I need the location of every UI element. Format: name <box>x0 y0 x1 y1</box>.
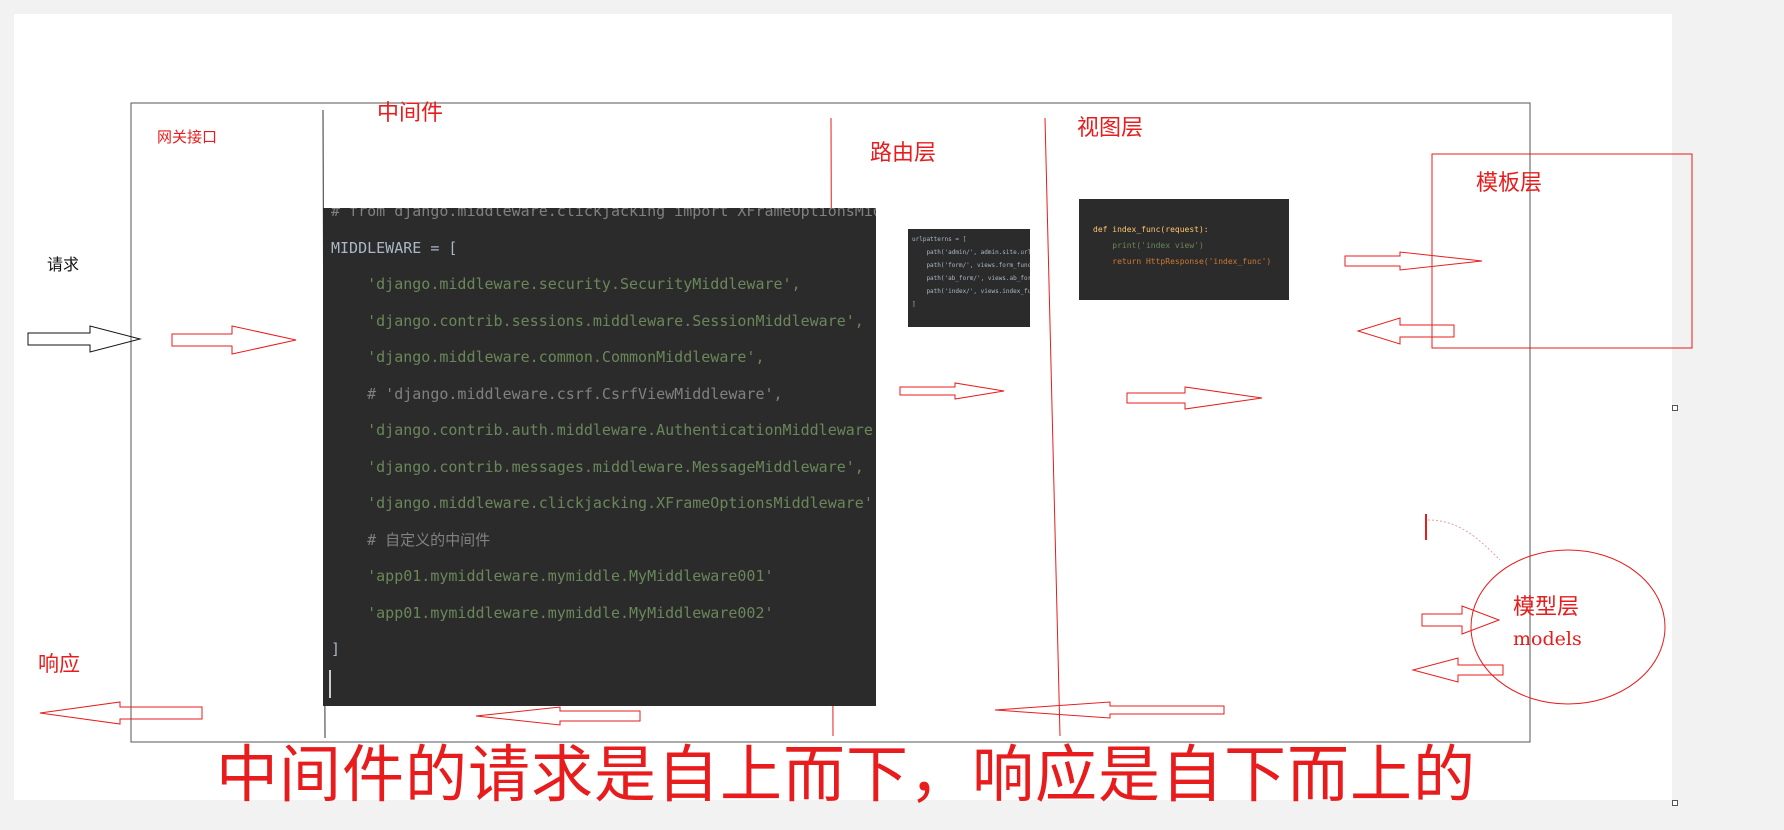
arrow-routing-to-view <box>1126 386 1263 410</box>
middleware-code-line: 'django.contrib.messages.middleware.Mess… <box>331 457 864 476</box>
current-line-highlight <box>323 666 876 706</box>
arrow-view-to-template <box>1344 251 1483 271</box>
url-code-line: path('ab_form/', views.ab_form_func), <box>926 275 1030 282</box>
middleware-code-line: 'django.contrib.sessions.middleware.Sess… <box>331 311 864 330</box>
arrow-model-back <box>1411 657 1504 683</box>
url-code-line: urlpatterns = [ <box>912 236 967 243</box>
models-label: models <box>1513 628 1582 650</box>
url-code-line: path('index/', views.index_func) <box>912 288 1030 295</box>
request-arrow <box>27 325 142 353</box>
arrow-view-back <box>994 701 1225 719</box>
url-code-line: path('form/', views.form_func), <box>912 262 1030 269</box>
url-code-line: path('admin/', admin.site.urls), <box>912 249 1030 256</box>
flow-arrows <box>27 102 1693 743</box>
middleware-label: 中间件 <box>377 101 444 126</box>
arrow-response-back <box>39 701 203 725</box>
middleware-code-line: 'django.middleware.clickjacking.XFrameOp… <box>331 494 876 512</box>
resize-handle-bottom[interactable] <box>1672 800 1678 806</box>
middleware-code-line: 'django.contrib.auth.middleware.Authenti… <box>331 421 876 439</box>
arrow-to-model <box>1421 605 1501 635</box>
middleware-code-line: MIDDLEWARE = [ <box>331 238 458 257</box>
model-label: 模型层 <box>1513 595 1580 620</box>
middleware-code-line: 'django.middleware.security.SecurityMidd… <box>331 275 801 293</box>
view-code-line: print('index view') <box>1093 241 1204 250</box>
request-label: 请求 <box>47 255 80 274</box>
divider-view <box>1044 117 1061 737</box>
resize-handle-mid[interactable] <box>1672 405 1678 411</box>
routing-label: 路由层 <box>870 141 937 166</box>
middleware-code-line: 'django.middleware.common.CommonMiddlewa… <box>331 348 765 366</box>
arrow-gateway-to-middleware <box>171 325 297 355</box>
url-code-panel: urlpatterns = [ path('admin/', admin.sit… <box>908 229 1030 327</box>
middleware-code-line: # 'django.middleware.csrf.CsrfViewMiddle… <box>331 384 783 403</box>
template-label: 模板层 <box>1476 171 1543 196</box>
view-code-line: return HttpResponse('index_func') <box>1093 257 1272 266</box>
gateway-label: 网关接口 <box>157 128 218 146</box>
arrow-middleware-to-routing <box>899 382 1005 400</box>
arrow-template-back <box>1356 317 1455 345</box>
template-box <box>1431 153 1693 349</box>
connector-line <box>1427 519 1501 561</box>
view-code-line: def index_func(request): <box>1093 225 1209 234</box>
middleware-code-line: 'app01.mymiddleware.mymiddle.MyMiddlewar… <box>331 603 774 622</box>
middleware-code-line: # 自定义的中间件 <box>331 530 491 549</box>
middleware-code-line: 'app01.mymiddleware.mymiddle.MyMiddlewar… <box>331 567 774 585</box>
caption: 中间件的请求是自上而下，响应是自下而上的 <box>216 738 1477 811</box>
middleware-code-panel: # from django.middleware.clickjacking im… <box>323 208 876 706</box>
url-code-line: ] <box>912 301 916 308</box>
middleware-code-line: # from django.middleware.clickjacking im… <box>331 208 876 220</box>
arrow-middleware-back <box>475 706 641 726</box>
view-code-panel: def index_func(request): print('index vi… <box>1079 199 1289 300</box>
middleware-code-line: ] <box>331 640 341 658</box>
model-ellipse <box>1470 549 1666 705</box>
text-cursor <box>329 670 331 698</box>
view-label: 视图层 <box>1077 116 1144 141</box>
response-label: 响应 <box>38 652 80 676</box>
